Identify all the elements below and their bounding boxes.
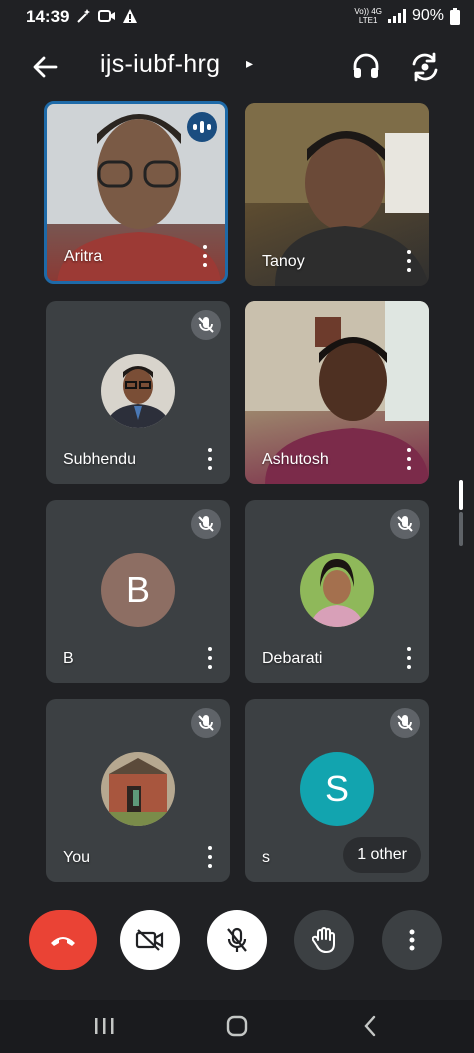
participant-avatar-photo: [101, 354, 175, 428]
participant-avatar-photo: [300, 553, 374, 627]
scrollbar-thumb[interactable]: [459, 480, 463, 510]
warning-icon: [123, 9, 137, 23]
network-indicator: Vo)) 4G LTE1: [354, 7, 382, 25]
call-controls-bar: [0, 910, 474, 980]
participant-name: B: [63, 650, 74, 667]
headset-icon[interactable]: [350, 50, 382, 82]
video-record-icon: [98, 10, 115, 22]
battery-percent: 90%: [411, 7, 444, 24]
participant-tile-s[interactable]: S s 1 other: [245, 699, 429, 882]
back-button[interactable]: [355, 1013, 385, 1039]
participant-name: Tanoy: [262, 253, 305, 270]
participant-name: Subhendu: [63, 451, 136, 468]
more-options-icon[interactable]: [206, 647, 214, 669]
battery-icon: [450, 7, 460, 25]
more-options-icon[interactable]: [206, 846, 214, 868]
participant-name: Aritra: [64, 248, 103, 265]
signal-strength-icon: [387, 9, 406, 23]
network-type: Vo)) 4G: [354, 7, 382, 16]
participant-tile-b[interactable]: B B: [46, 500, 230, 683]
participant-name: Debarati: [262, 650, 323, 667]
home-button[interactable]: [222, 1013, 252, 1039]
participant-avatar-letter: B: [101, 553, 175, 627]
mic-off-icon: [191, 708, 221, 738]
participant-name: You: [63, 849, 90, 866]
system-navigation-bar: [0, 1000, 474, 1053]
more-options-button[interactable]: [382, 910, 442, 970]
participant-tile-aritra[interactable]: Aritra: [44, 101, 228, 284]
switch-camera-icon[interactable]: [408, 50, 442, 84]
participant-avatar-photo: [101, 752, 175, 826]
participant-tile-tanoy[interactable]: Tanoy: [245, 103, 429, 286]
other-participants-pill[interactable]: 1 other: [343, 837, 421, 873]
participant-avatar-letter: S: [300, 752, 374, 826]
more-options-icon[interactable]: [206, 448, 214, 470]
camera-toggle-button[interactable]: [120, 910, 180, 970]
participant-tile-ashutosh[interactable]: Ashutosh: [245, 301, 429, 484]
mic-off-icon: [191, 509, 221, 539]
participant-name: s: [262, 849, 270, 866]
raise-hand-button[interactable]: [294, 910, 354, 970]
mic-off-icon: [191, 310, 221, 340]
scrollbar-track: [459, 512, 463, 546]
chevron-right-icon[interactable]: ▸: [246, 55, 253, 72]
recent-apps-icon: [95, 1018, 114, 1034]
participant-name: Ashutosh: [262, 451, 329, 468]
end-call-button[interactable]: [29, 910, 97, 970]
status-bar: 14:39 Vo)) 4G LTE1 90%: [0, 0, 474, 36]
more-options-icon[interactable]: [201, 245, 209, 267]
more-options-icon[interactable]: [405, 448, 413, 470]
status-indicators: Vo)) 4G LTE1 90%: [354, 7, 460, 25]
camera-off-icon: [135, 929, 164, 951]
status-time: 14:39: [26, 7, 70, 26]
back-arrow-icon[interactable]: [30, 52, 60, 82]
more-options-icon[interactable]: [405, 647, 413, 669]
mic-off-icon: [390, 509, 420, 539]
magic-wand-icon: [77, 9, 90, 23]
mic-off-icon: [227, 927, 247, 952]
mic-off-icon: [390, 708, 420, 738]
participant-tile-you[interactable]: You: [46, 699, 230, 882]
more-vert-icon: [409, 929, 415, 951]
more-options-icon[interactable]: [405, 250, 413, 272]
end-call-icon: [51, 937, 75, 946]
recent-apps-button[interactable]: [89, 1013, 119, 1039]
network-lte: LTE1: [358, 16, 378, 25]
speaking-indicator-icon: [187, 112, 217, 142]
meeting-app-bar: ijs-iubf-hrg ▸: [0, 40, 474, 92]
status-notification-icons: [76, 8, 138, 24]
participant-tile-debarati[interactable]: Debarati: [245, 500, 429, 683]
participant-tile-subhendu[interactable]: Subhendu: [46, 301, 230, 484]
raise-hand-icon: [312, 927, 335, 953]
meeting-code-title[interactable]: ijs-iubf-hrg: [100, 50, 220, 79]
home-icon: [226, 1015, 248, 1037]
mic-toggle-button[interactable]: [207, 910, 267, 970]
back-chevron-icon: [364, 1015, 376, 1037]
